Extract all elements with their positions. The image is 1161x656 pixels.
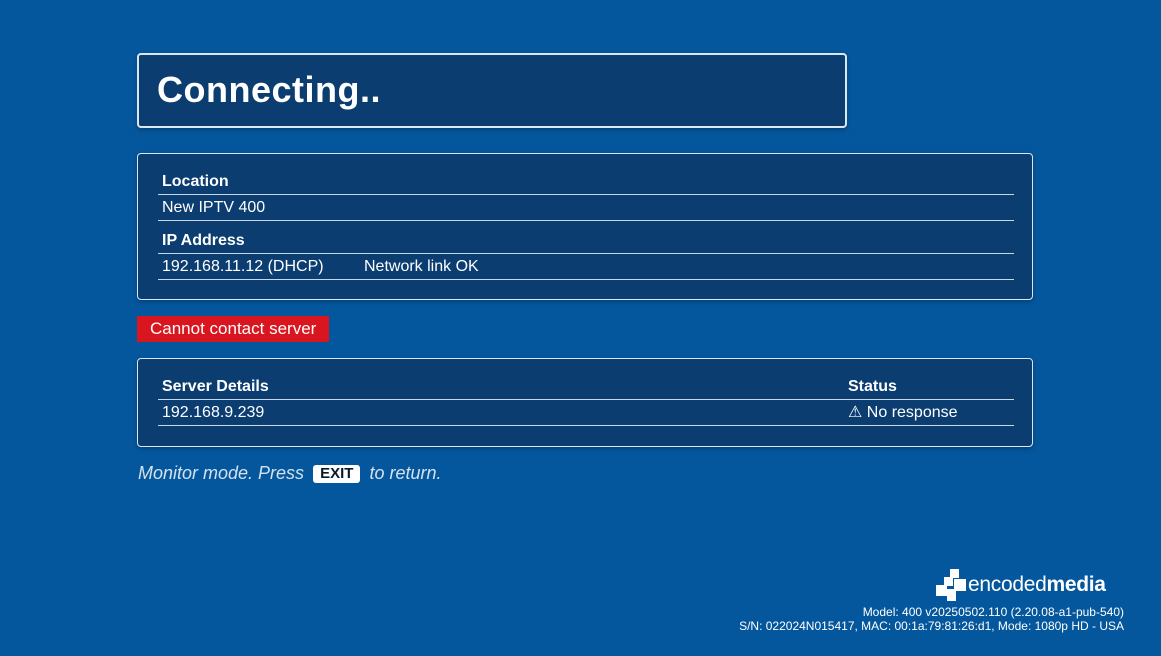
monitor-mode-note: Monitor mode. Press EXIT to return.: [138, 463, 441, 484]
brand-name-bold: media: [1046, 573, 1106, 596]
error-badge: Cannot contact server: [137, 316, 330, 342]
server-address: 192.168.9.239: [162, 404, 265, 421]
brand-name: encodedmedia: [968, 573, 1106, 597]
title-box: Connecting..: [137, 53, 847, 128]
brand: encodedmedia: [936, 568, 1106, 602]
serial-info: S/N: 022024N015417, MAC: 00:1a:79:81:26:…: [739, 619, 1124, 633]
ip-address-value: 192.168.11.12 (DHCP): [162, 258, 324, 275]
server-header-row: Server Details Status: [158, 375, 1014, 400]
exit-key: EXIT: [313, 465, 361, 483]
server-row: 192.168.9.239 ⚠ No response: [158, 401, 1014, 426]
server-panel: Server Details Status 192.168.9.239 ⚠ No…: [137, 358, 1033, 447]
status-header: Status: [848, 378, 897, 395]
page-title: Connecting..: [157, 69, 381, 110]
location-label-row: Location: [158, 170, 1014, 195]
server-details-header: Server Details: [162, 378, 269, 395]
brand-name-light: encoded: [968, 573, 1047, 596]
ip-address-label: IP Address: [162, 232, 245, 249]
monitor-note-suffix: to return.: [369, 463, 442, 483]
model-info: Model: 400 v20250502.110 (2.20.08-a1-pub…: [862, 605, 1124, 619]
network-link-status: Network link OK: [364, 258, 479, 275]
ip-label-row: IP Address: [158, 229, 1014, 254]
monitor-note-prefix: Monitor mode. Press: [138, 463, 305, 483]
location-label: Location: [162, 173, 229, 190]
encodedmedia-logo-icon: [936, 569, 966, 601]
location-value-row: New IPTV 400: [158, 196, 1014, 221]
ip-value-row: 192.168.11.12 (DHCP) Network link OK: [158, 255, 1014, 280]
location-value: New IPTV 400: [162, 199, 266, 216]
server-status: ⚠ No response: [848, 404, 958, 421]
location-panel: Location New IPTV 400 IP Address 192.168…: [137, 153, 1033, 300]
